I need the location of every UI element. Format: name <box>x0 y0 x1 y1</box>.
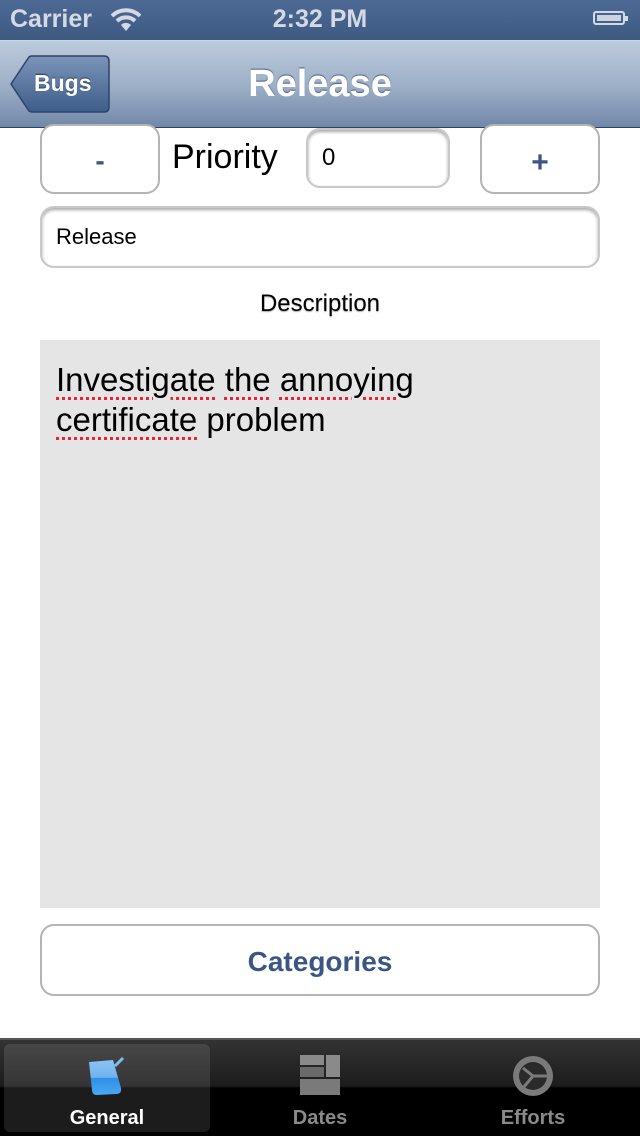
description-word: annoying <box>279 361 414 398</box>
description-word: the <box>224 361 271 398</box>
calendar-grid-icon <box>299 1054 341 1101</box>
tab-efforts[interactable]: Efforts <box>430 1044 636 1132</box>
clock-time: 2:32 PM <box>272 5 368 33</box>
tab-general[interactable]: General <box>4 1044 210 1132</box>
decrement-priority-button[interactable]: - <box>40 124 160 194</box>
tab-label: General <box>69 1107 145 1129</box>
description-word: Investigate <box>56 361 216 398</box>
categories-button[interactable]: Categories <box>40 924 600 996</box>
priority-label: Priority <box>172 138 278 176</box>
title-input[interactable] <box>40 206 600 268</box>
navigation-bar: Bugs Release <box>0 40 640 128</box>
description-text: problem <box>197 401 326 438</box>
clock-icon <box>511 1054 555 1103</box>
status-bar: Carrier 2:32 PM <box>0 0 640 40</box>
description-word: certificate <box>56 401 198 438</box>
tab-bar: General Dates Efforts <box>0 1038 640 1136</box>
battery-icon <box>593 11 628 25</box>
increment-priority-button[interactable]: + <box>480 124 600 194</box>
priority-input[interactable] <box>306 128 450 188</box>
tab-label: Efforts <box>500 1107 566 1129</box>
tab-label: Dates <box>292 1107 348 1129</box>
page-title: Release <box>248 63 392 105</box>
description-label: Description <box>259 290 381 317</box>
notepad-icon <box>85 1054 129 1103</box>
description-textarea[interactable]: Investigate the annoying certificate pro… <box>40 340 600 908</box>
tab-dates[interactable]: Dates <box>217 1044 423 1132</box>
